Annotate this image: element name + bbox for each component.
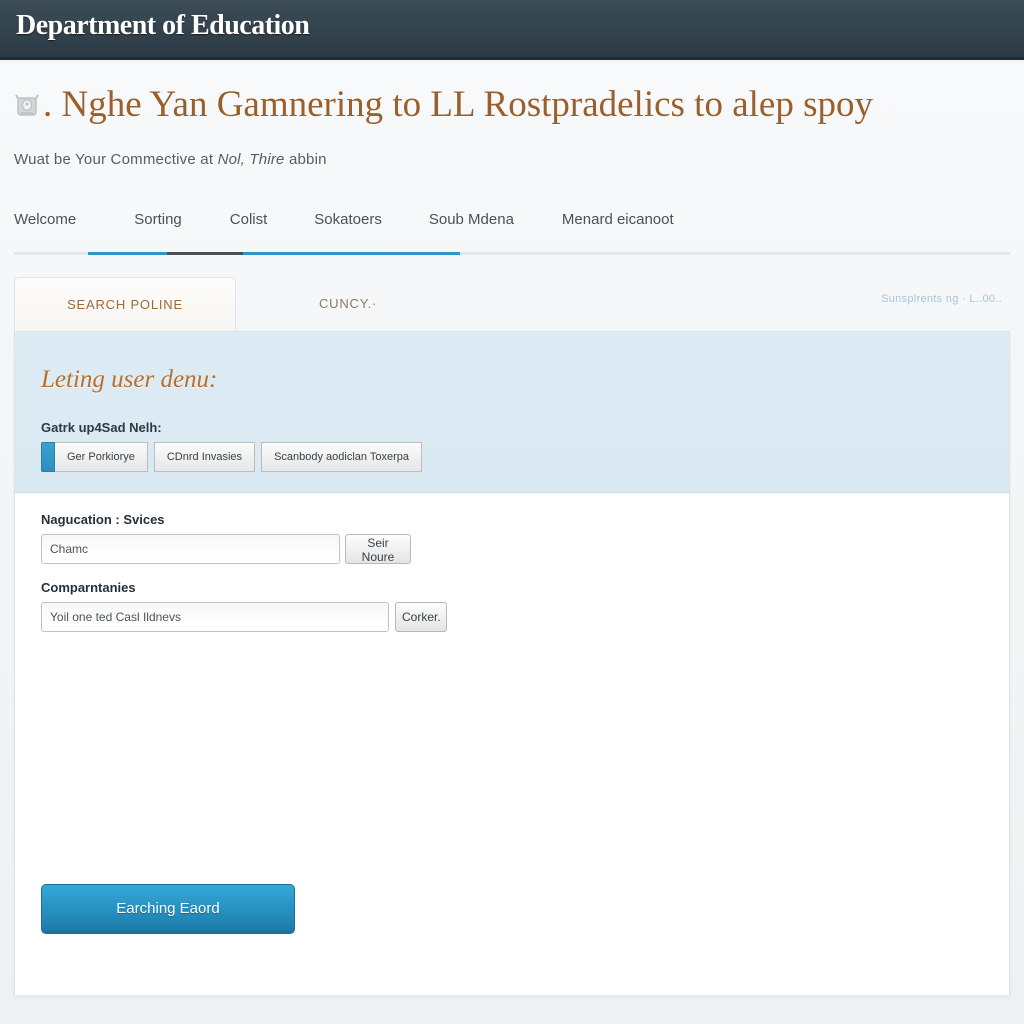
seir-noure-button[interactable]: Seir Noure (345, 534, 411, 564)
content-card: Leting user denu: Gatrk up4Sad Nelh: Ger… (14, 331, 1010, 995)
field-label-nagucation: Nagucation : Svices (41, 512, 165, 527)
sub-tab-note: Sunsplrents ng · L..00.. (881, 293, 1002, 305)
nav-item-colist[interactable]: Colist (230, 211, 268, 242)
panel-group-label: Gatrk up4Sad Nelh: (41, 420, 162, 435)
page-title: . Nghe Yan Gamnering to LL Rostpradelics… (14, 83, 1010, 127)
panel-button-ger-porkiorye[interactable]: Ger Porkiorye (55, 442, 148, 472)
accent-marker (41, 442, 55, 472)
hero-section: . Nghe Yan Gamnering to LL Rostpradelics… (14, 83, 1010, 168)
sub-tab-bar: SEARCH POLINE CUNCY.· Sunsplrents ng · L… (14, 277, 1010, 331)
page-subtitle: Wuat be Your Commective at Nol, Thire ab… (14, 151, 1010, 168)
page-subtitle-em1: Nol, (217, 151, 246, 168)
brand-title: Department of Education (16, 10, 310, 41)
nav-underline-segment-3 (243, 252, 460, 255)
nav-item-welcome[interactable]: Welcome (14, 211, 76, 242)
nav-underline-segment-1 (88, 252, 167, 255)
panel-heading: Leting user denu: (41, 366, 218, 393)
app-header: Department of Education (0, 0, 1024, 60)
page-subtitle-part2: abbin (284, 151, 327, 168)
panel-button-cdnrd-invasies[interactable]: CDnrd Invasies (153, 442, 256, 472)
form-area: Nagucation : Svices Seir Noure Comparnta… (15, 494, 1009, 995)
panel-button-scanbody[interactable]: Scanbody aodiclan Toxerpa (261, 442, 423, 472)
nav-item-sokatoers[interactable]: Sokatoers (314, 211, 382, 242)
field-label-comparntanies: Comparntanies (41, 580, 136, 595)
main-navigation: Welcome Sorting Colist Sokatoers Soub Md… (14, 211, 1010, 256)
nav-underline (14, 252, 1010, 255)
tab-cuncy[interactable]: CUNCY.· (236, 277, 460, 331)
main-nav-list: Welcome Sorting Colist Sokatoers Soub Md… (14, 211, 1010, 242)
page-title-text: . Nghe Yan Gamnering to LL Rostpradelics… (43, 84, 873, 125)
nagucation-input[interactable] (41, 534, 340, 564)
corker-button[interactable]: Corker. (395, 602, 447, 632)
page-body: . Nghe Yan Gamnering to LL Rostpradelics… (0, 63, 1024, 1024)
comparntanies-input[interactable] (41, 602, 389, 632)
nav-underline-segment-2 (167, 252, 243, 255)
submit-button[interactable]: Earching Eaord (41, 884, 295, 934)
info-panel: Leting user denu: Gatrk up4Sad Nelh: Ger… (15, 332, 1009, 493)
page-subtitle-em2: Thire (245, 151, 285, 168)
nav-item-menard-eicanoot[interactable]: Menard eicanoot (562, 211, 674, 242)
nav-item-sorting[interactable]: Sorting (134, 211, 182, 242)
tab-search-poline[interactable]: SEARCH POLINE (14, 277, 236, 331)
nav-item-soub-mdena[interactable]: Soub Mdena (429, 211, 514, 242)
page-subtitle-part1: Wuat be Your Commective at (14, 151, 218, 168)
panel-button-group: Ger Porkiorye CDnrd Invasies Scanbody ao… (41, 442, 423, 472)
badge-icon (14, 86, 40, 116)
